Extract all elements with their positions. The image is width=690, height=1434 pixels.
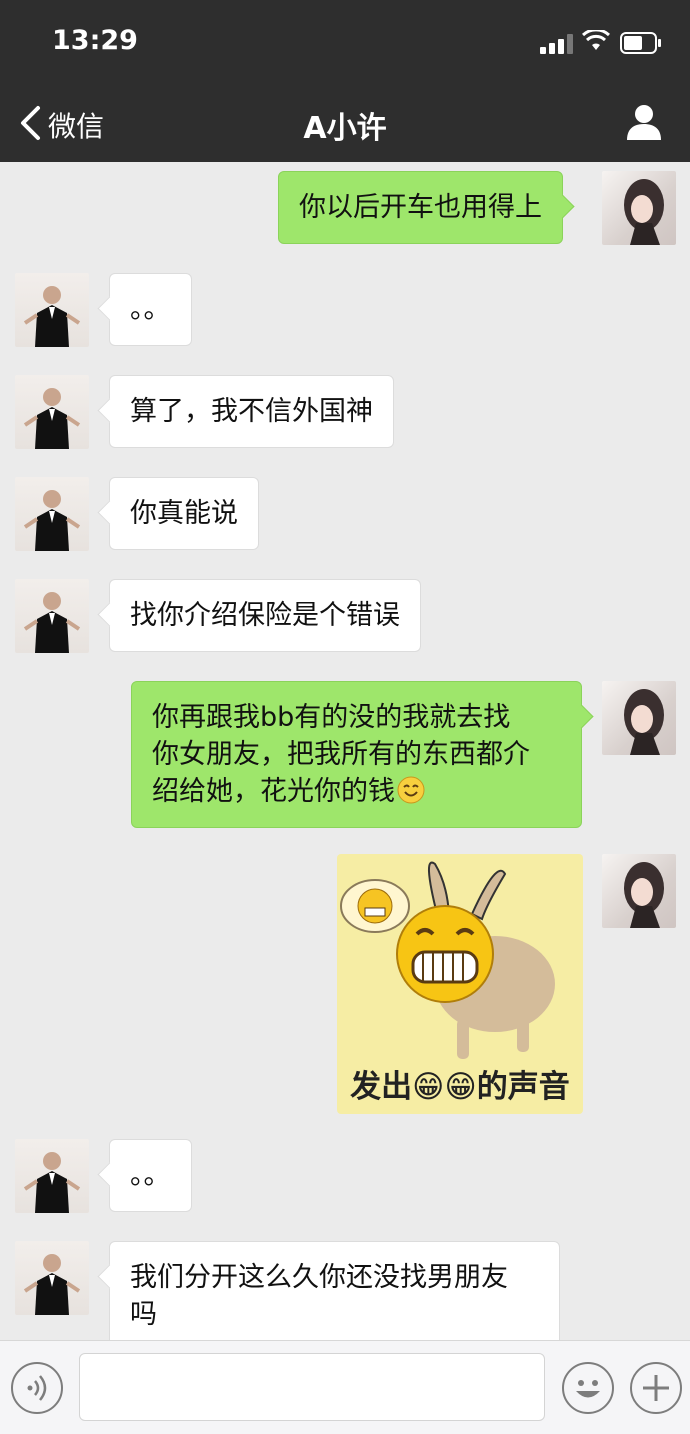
own-avatar[interactable]: [602, 681, 676, 755]
message-bubble[interactable]: 找你介绍保险是个错误: [109, 579, 421, 652]
message-bubble[interactable]: 我们分开这么久你还没找男朋友 吗: [109, 1241, 560, 1340]
battery-icon: [620, 32, 661, 54]
plus-icon: [643, 1375, 669, 1401]
contact-avatar[interactable]: [15, 273, 89, 347]
voice-icon: [27, 1375, 47, 1401]
message-list[interactable]: 你以后开车也用得上 。。 算了，我不信外国神 你真能说 找你介绍保险是个错误 你…: [0, 162, 690, 1340]
own-avatar[interactable]: [602, 854, 676, 928]
sticker-caption: 发出😁😁的声音: [350, 1069, 570, 1105]
contact-avatar[interactable]: [15, 579, 89, 653]
emoji-button[interactable]: [562, 1362, 614, 1414]
header: 13:29 微信 A小许: [0, 0, 690, 162]
status-bar: 13:29: [0, 0, 690, 85]
message-bubble[interactable]: 。。: [109, 1139, 192, 1212]
input-bar: [0, 1340, 690, 1434]
plus-button[interactable]: [630, 1362, 682, 1414]
sticker-message[interactable]: 发出😁😁的声音: [337, 854, 583, 1114]
contact-avatar[interactable]: [15, 1241, 89, 1315]
message-bubble[interactable]: 你以后开车也用得上: [278, 171, 563, 244]
message-bubble[interactable]: 。。: [109, 273, 192, 346]
donkey-sticker-icon: [340, 861, 555, 1059]
message-bubble[interactable]: 你再跟我bb有的没的我就去找 你女朋友，把我所有的东西都介 绍给她，花光你的钱: [131, 681, 582, 828]
wifi-icon: [582, 30, 610, 50]
message-text: 你再跟我bb有的没的我就去找 你女朋友，把我所有的东西都介 绍给她，花光你的钱: [152, 702, 530, 807]
contact-avatar[interactable]: [15, 477, 89, 551]
contact-avatar[interactable]: [15, 375, 89, 449]
message-bubble[interactable]: 算了，我不信外国神: [109, 375, 394, 448]
profile-icon[interactable]: [624, 102, 664, 142]
own-avatar[interactable]: [602, 171, 676, 245]
message-input[interactable]: [79, 1353, 545, 1421]
chat-title: A小许: [303, 111, 387, 146]
emoji-icon: [576, 1380, 600, 1398]
message-bubble[interactable]: 你真能说: [109, 477, 259, 550]
signal-icon: [540, 34, 574, 54]
contact-avatar[interactable]: [15, 1139, 89, 1213]
voice-button[interactable]: [11, 1362, 63, 1414]
smile-icon: [397, 776, 425, 804]
status-time: 13:29: [52, 25, 138, 56]
nav-bar: 微信 A小许: [0, 85, 690, 162]
